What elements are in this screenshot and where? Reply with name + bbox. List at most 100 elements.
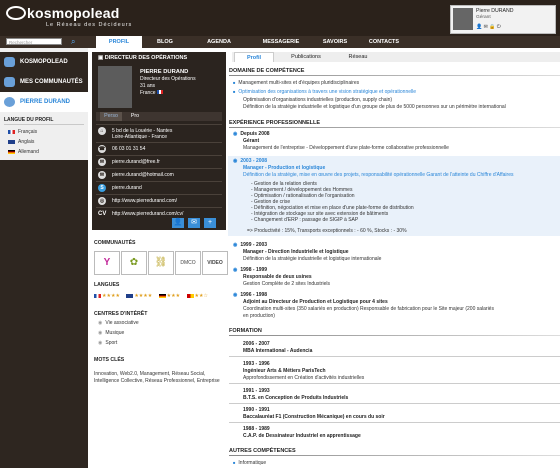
lang-label: Français (18, 129, 38, 135)
formation-title-item: Ingénieur Arts & Métiers ParisTech (243, 368, 326, 374)
divider (4, 124, 84, 125)
email-icon: ✉ (98, 171, 106, 179)
divider (229, 335, 560, 336)
tab-blog[interactable]: BLOG (142, 36, 188, 48)
search-input[interactable]: Rechercher (6, 38, 62, 45)
web-row[interactable]: ◎ http://www.pierredurand.com/ (96, 194, 222, 208)
tab-contacts[interactable]: CONTACTS (358, 36, 410, 48)
competence-sub: Optimisation d'organisations industriell… (243, 97, 393, 103)
formation-title: FORMATION (229, 328, 262, 334)
card-title-text: DIRECTEUR DES OPÉRATIONS (104, 55, 188, 61)
tab-agenda[interactable]: AGENDA (188, 36, 250, 48)
sidebar-item-label: PIERRE DURAND (20, 99, 71, 105)
email-text[interactable]: pierre.durand@hotmail.com (112, 172, 174, 178)
tab-profil[interactable]: PROFIL (96, 36, 142, 48)
lang-german[interactable]: Allemand (8, 149, 39, 155)
flag-fr-icon (8, 129, 15, 134)
add-button[interactable]: + (204, 218, 216, 228)
skype-icon: S (98, 184, 106, 192)
flag-de-icon (158, 293, 166, 298)
exp-role: Gérant (243, 138, 260, 144)
flag-es-icon (186, 293, 194, 298)
skype-text[interactable]: pierre.durand (112, 185, 142, 191)
competence-sub: Définition de la stratégie industrielle … (243, 104, 506, 110)
avatar[interactable] (453, 8, 473, 30)
tab-messagerie[interactable]: MESSAGERIE (250, 36, 312, 48)
sidebar-item-label: MES COMMUNAUTÉS (20, 79, 83, 85)
lang-french[interactable]: Français (8, 129, 37, 135)
user-name[interactable]: Pierre DURAND (476, 8, 513, 14)
cv-icon: CV (98, 211, 107, 217)
flag-uk-icon (8, 139, 15, 144)
email-row-1[interactable]: ✉ pierre.durand@free.fr (96, 155, 222, 169)
logo[interactable]: kosmopolead (6, 5, 119, 21)
tab-reseau[interactable]: Réseau (336, 52, 380, 62)
formation-date: 1990 - 1991 (243, 407, 270, 413)
email-row-2[interactable]: ✉ pierre.durand@hotmail.com (96, 168, 222, 182)
formation-title-item: MBA International - Audencia (243, 348, 313, 354)
cv-link[interactable]: http://www.pierredurand.com/cv/ (112, 211, 183, 217)
tab-savoirs[interactable]: SAVOIRS (312, 36, 358, 48)
profile-role: Directeur des Opérations (140, 76, 196, 82)
divider (229, 127, 560, 128)
interest-item: Vie associative (98, 320, 138, 326)
phone-text: 06 03 01 31 54 (112, 146, 146, 152)
profile-card: ▣ DIRECTEUR DES OPÉRATIONS PIERRE DURAND… (92, 52, 226, 230)
group-icon (4, 77, 15, 87)
communities-title: COMMUNAUTÉS (94, 240, 136, 246)
formation-date: 2006 - 2007 (243, 341, 270, 347)
profile-photo (98, 66, 132, 108)
formation-desc: Approfondissement en Création d'activité… (243, 375, 365, 381)
community-logo-5[interactable]: VIDEO (202, 251, 228, 275)
profile-name: PIERRE DURAND (140, 69, 189, 75)
exp-bullet: - Changement d'ERP : passage de SIGIP à … (251, 217, 359, 223)
web-link[interactable]: http://www.pierredurand.com/ (112, 198, 177, 204)
phone-icon: ☎ (98, 145, 106, 153)
community-logo-4[interactable]: DMCO (175, 251, 201, 275)
tab-pro[interactable]: Pro (124, 112, 146, 121)
home-icon: ⌂ (98, 127, 106, 135)
community-logo-1[interactable]: Y (94, 251, 120, 275)
user-actions[interactable]: 👤 ✉ 🔒 ⏻ (476, 24, 501, 30)
sidebar-item-label: KOSMOPOLEAD (20, 59, 68, 65)
profile-country: France (140, 90, 163, 96)
search-icon[interactable]: ⌕ (71, 37, 75, 47)
lang-label: Allemand (18, 149, 39, 155)
interests-title: CENTRES D'INTÉRÊT (94, 311, 148, 317)
add-contact-button[interactable]: 👤 (172, 218, 184, 228)
send-message-button[interactable]: ✉ (188, 218, 200, 228)
exp-date: 1996 - 1998 (233, 292, 267, 298)
community-logo-2[interactable]: ✿ (121, 251, 147, 275)
globe-icon: ◎ (98, 197, 106, 205)
lang-label: Anglais (18, 139, 35, 145)
sidebar-item-pierre-durand[interactable]: PIERRE DURAND (0, 92, 88, 112)
exp-desc: Définition de la stratégie, mise en œuvr… (243, 172, 514, 178)
formation-date: 1993 - 1996 (243, 361, 270, 367)
flag-uk-icon (126, 293, 134, 298)
formation-title-item: B.T.S. en Conception de Produits Industr… (243, 395, 349, 401)
exp-desc: en production) (243, 313, 275, 319)
exp-date: 1999 - 2003 (233, 242, 267, 248)
lang-english[interactable]: Anglais (8, 139, 34, 145)
flag-fr-icon (156, 90, 163, 94)
email-text[interactable]: pierre.durand@free.fr (112, 159, 160, 165)
exp-role: Manager - Production et logistique (243, 165, 326, 171)
formation-title-item: C.A.P. de Dessinateur Industriel en appr… (243, 433, 361, 439)
rating-stars: ★★★ (166, 293, 181, 299)
tab-perso[interactable]: Perso (100, 112, 122, 121)
sidebar-item-kosmopolead[interactable]: KOSMOPOLEAD (0, 52, 88, 72)
keywords-text: Innovation, Web2.0, Management, Réseau S… (94, 371, 220, 384)
sidebar-item-communautes[interactable]: MES COMMUNAUTÉS (0, 72, 88, 92)
tab-publications[interactable]: Publications (278, 52, 334, 62)
skype-row[interactable]: Spierre.durand (96, 181, 222, 195)
exp-role: Responsable de deux usines (243, 274, 312, 280)
tab-profil-detail[interactable]: Profil (234, 52, 274, 62)
divider (229, 455, 560, 456)
interest-item: Musique (98, 330, 124, 336)
exp-date[interactable]: 2003 - 2008 (233, 158, 267, 164)
community-logo-3[interactable]: ⛓ (148, 251, 174, 275)
competence-item[interactable]: Optimisation des organisations à travers… (233, 89, 416, 95)
competence-item: Management multi-sites et d'équipes plur… (233, 80, 359, 86)
exp-desc: Management de l'entreprise - Développeme… (243, 145, 449, 151)
address-row: ⌂ 5 bd de la Louérie - Nantes Loire-Atla… (96, 124, 222, 143)
